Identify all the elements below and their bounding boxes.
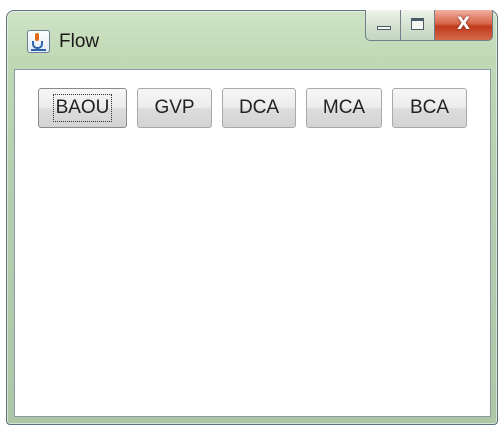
baou-button[interactable]: BAOU (38, 88, 127, 128)
bca-button-label: BCA (409, 97, 450, 118)
maximize-icon (411, 18, 424, 30)
dca-button[interactable]: DCA (222, 88, 296, 128)
flow-layout-panel: BAOU GVP DCA MCA BCA (15, 88, 490, 128)
window-title: Flow (59, 31, 100, 52)
title-bar[interactable]: Flow X (7, 10, 497, 69)
app-window: Flow X BAOU GVP DCA MCA BCA (6, 10, 498, 425)
gvp-button-label: GVP (154, 97, 195, 118)
mca-button-label: MCA (322, 97, 366, 118)
close-icon: X (456, 14, 471, 34)
close-button[interactable]: X (435, 10, 493, 41)
minimize-button[interactable] (365, 10, 401, 41)
bca-button[interactable]: BCA (392, 88, 467, 128)
maximize-button[interactable] (401, 10, 435, 41)
content-pane: BAOU GVP DCA MCA BCA (14, 69, 491, 417)
dca-button-label: DCA (238, 97, 280, 118)
java-cup-icon[interactable] (27, 30, 50, 53)
mca-button[interactable]: MCA (306, 88, 382, 128)
minimize-icon (377, 26, 391, 30)
gvp-button[interactable]: GVP (137, 88, 212, 128)
caption-buttons: X (365, 10, 493, 42)
baou-button-label: BAOU (52, 94, 113, 122)
